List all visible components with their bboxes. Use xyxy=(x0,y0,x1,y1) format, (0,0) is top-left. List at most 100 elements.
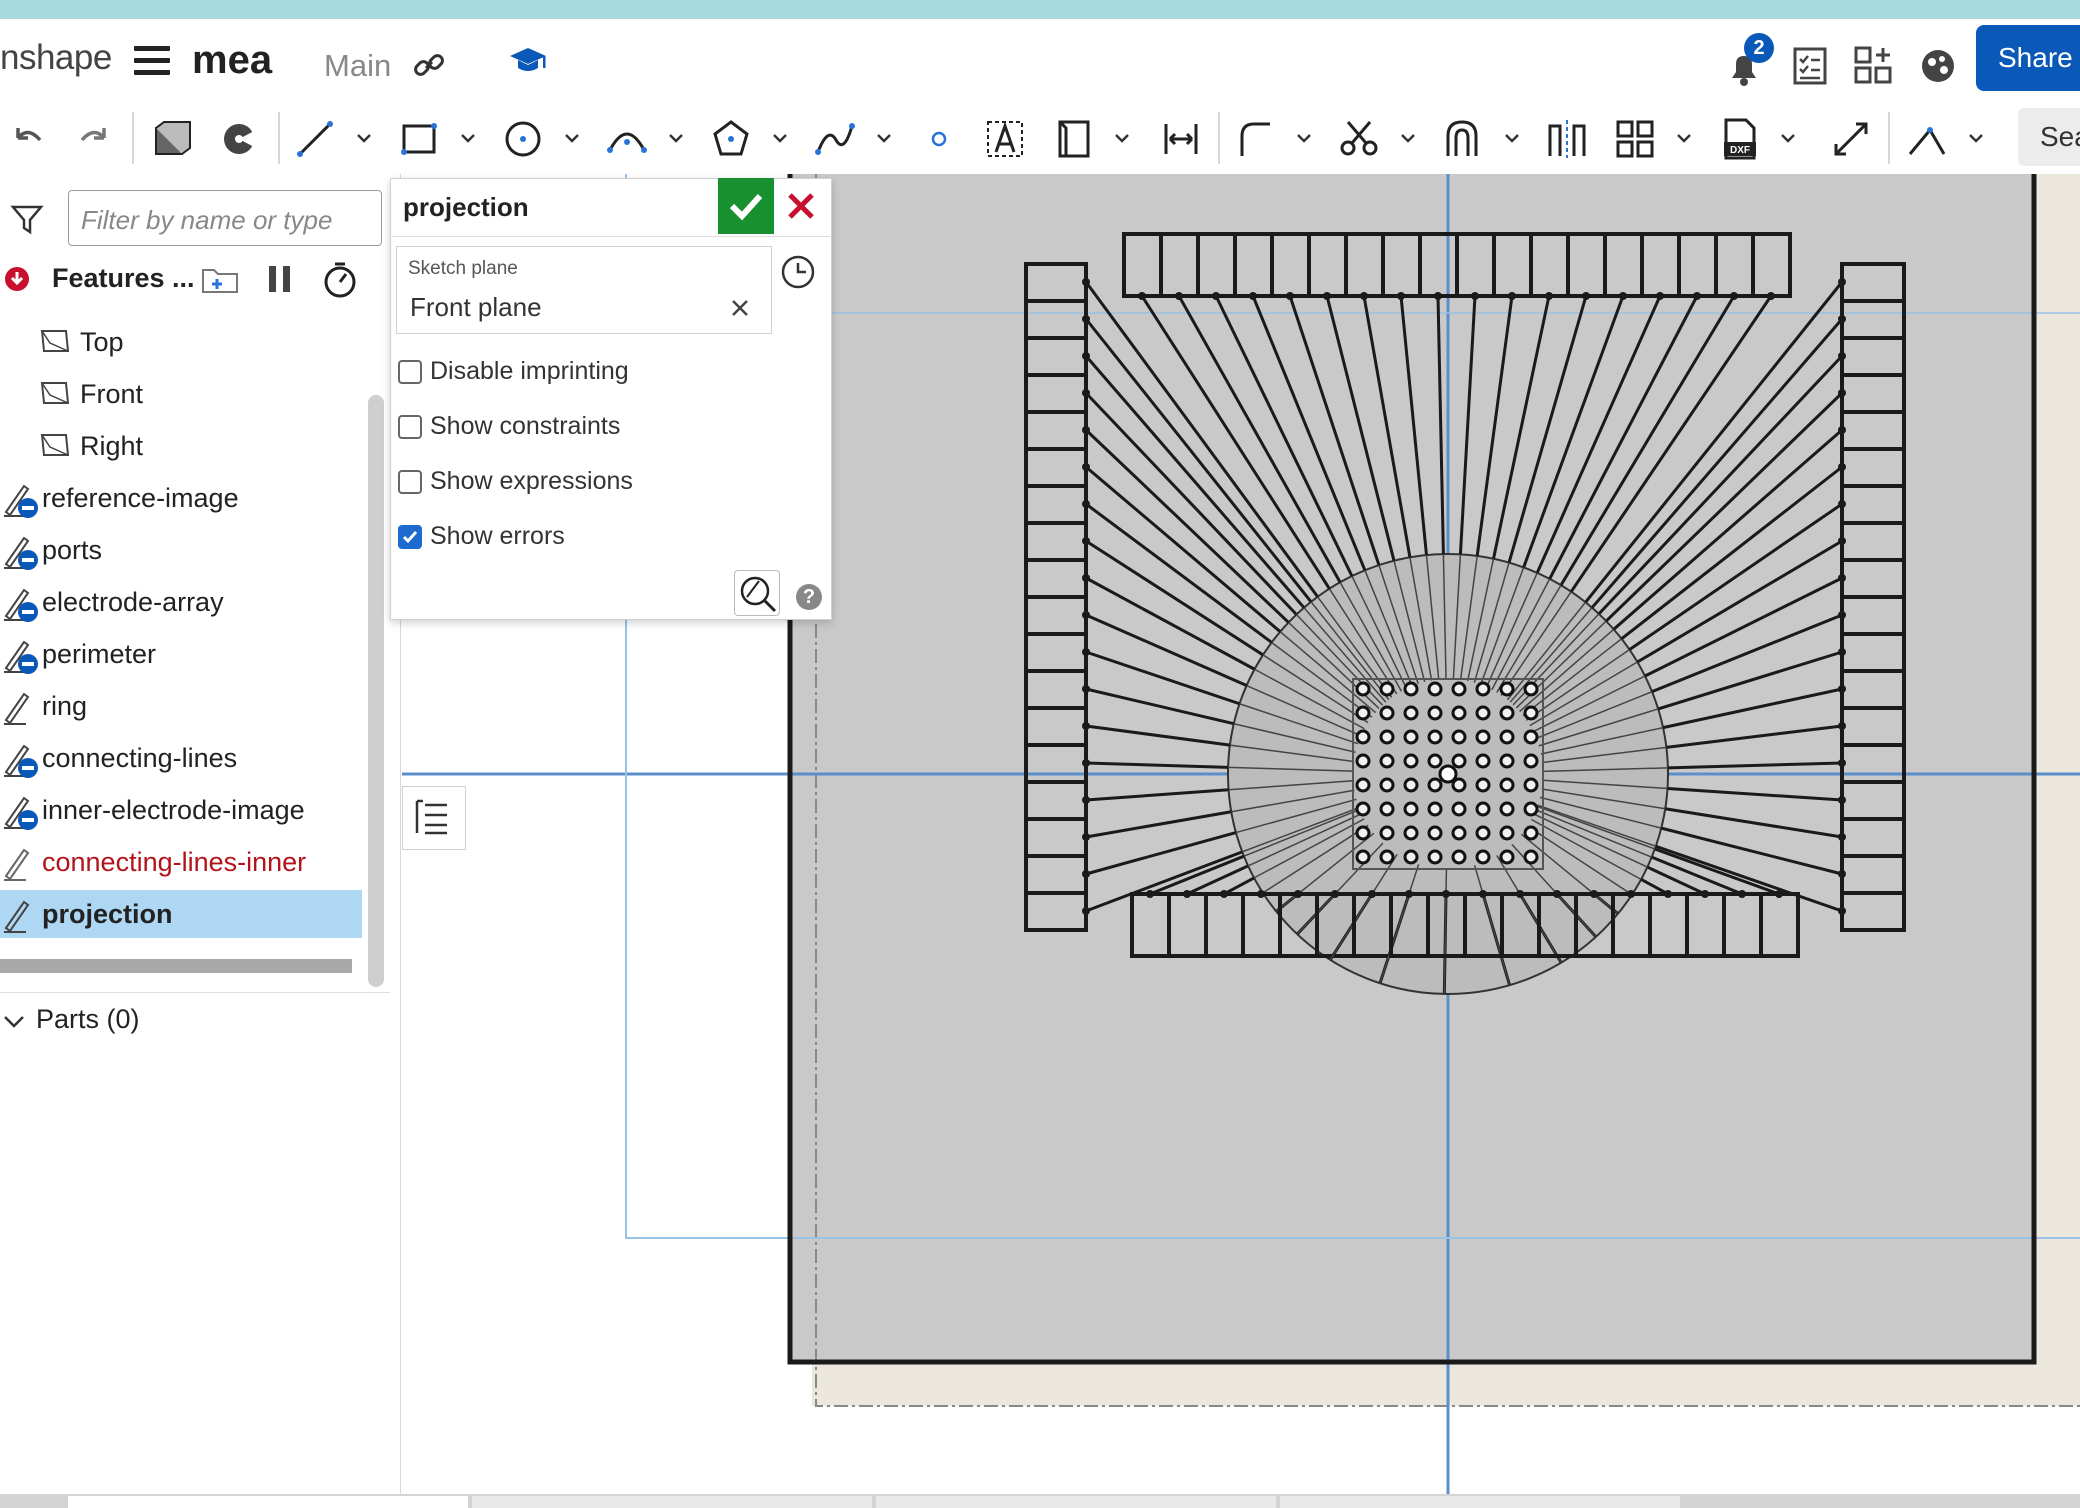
chevron-down-icon[interactable] xyxy=(1400,130,1416,146)
tree-item-connecting-lines[interactable]: connecting-lines xyxy=(0,734,362,782)
dxf-import-icon[interactable]: DXF xyxy=(1716,116,1762,162)
arc-tool-icon[interactable] xyxy=(604,116,650,162)
plane-icon xyxy=(40,330,70,352)
show-errors-label: Show errors xyxy=(430,522,565,550)
tab-2[interactable] xyxy=(472,1496,872,1508)
tree-item-right-plane[interactable]: Right xyxy=(0,422,362,470)
tree-item-connecting-lines-inner[interactable]: connecting-lines-inner xyxy=(0,838,362,886)
tab-4[interactable] xyxy=(1280,1496,1680,1508)
share-button[interactable]: Share xyxy=(1976,25,2080,91)
branch-name[interactable]: Main xyxy=(324,48,391,84)
chevron-down-icon[interactable] xyxy=(772,130,788,146)
sketch-suppressed-icon xyxy=(4,484,38,518)
transform-tool-icon[interactable] xyxy=(1828,116,1874,162)
rectangle-tool-icon[interactable] xyxy=(396,116,442,162)
show-constraints-label: Show constraints xyxy=(430,412,621,440)
line-tool-icon[interactable] xyxy=(292,116,338,162)
polygon-tool-icon[interactable] xyxy=(708,116,754,162)
point-tool-icon[interactable] xyxy=(916,116,962,162)
disable-imprinting-label: Disable imprinting xyxy=(430,357,629,385)
chevron-down-icon[interactable] xyxy=(564,130,580,146)
tree-item-top-plane[interactable]: Top xyxy=(0,318,362,366)
disable-imprinting-checkbox[interactable] xyxy=(398,360,422,384)
add-folder-icon[interactable] xyxy=(200,262,240,296)
tree-item-label: connecting-lines xyxy=(42,743,238,773)
chevron-down-icon[interactable] xyxy=(460,130,476,146)
pattern-tool-icon[interactable] xyxy=(1612,116,1658,162)
pause-icon[interactable] xyxy=(266,264,294,294)
view-cube-icon[interactable] xyxy=(148,116,194,162)
chevron-down-icon[interactable] xyxy=(356,130,372,146)
tree-item-reference-image[interactable]: reference-image xyxy=(0,474,362,522)
show-expressions-checkbox[interactable] xyxy=(398,470,422,494)
show-expressions-label: Show expressions xyxy=(430,467,633,495)
tree-item-perimeter[interactable]: perimeter xyxy=(0,630,362,678)
chevron-down-icon[interactable] xyxy=(1114,130,1130,146)
circle-tool-icon[interactable] xyxy=(500,116,546,162)
tree-item-ports[interactable]: ports xyxy=(0,526,362,574)
spline-tool-icon[interactable] xyxy=(812,116,858,162)
construction-tool-icon[interactable] xyxy=(1904,116,1950,162)
rollback-icon[interactable] xyxy=(4,266,30,292)
show-constraints-checkbox[interactable] xyxy=(398,415,422,439)
chevron-down-icon[interactable] xyxy=(1296,130,1312,146)
close-icon xyxy=(788,193,814,219)
filter-icon[interactable] xyxy=(10,202,44,236)
user-avatar-icon[interactable] xyxy=(1916,44,1960,88)
chevron-down-icon[interactable] xyxy=(2,1010,26,1034)
timer-icon[interactable] xyxy=(320,260,360,300)
fillet-tool-icon[interactable] xyxy=(1232,116,1278,162)
sketch-name-field[interactable]: projection xyxy=(403,192,529,223)
tree-item-inner-electrode-image[interactable]: inner-electrode-image xyxy=(0,786,362,834)
search-tools-button[interactable]: Sea xyxy=(2018,108,2080,166)
tree-item-label: Top xyxy=(80,327,124,357)
sketch-suppressed-icon xyxy=(4,588,38,622)
chevron-down-icon[interactable] xyxy=(1968,130,1984,146)
chevron-down-icon[interactable] xyxy=(1676,130,1692,146)
history-icon[interactable] xyxy=(780,254,816,290)
tree-item-label: perimeter xyxy=(42,639,157,669)
tree-item-label: connecting-lines-inner xyxy=(42,847,307,877)
rollback-bar[interactable] xyxy=(0,959,352,973)
chevron-down-icon[interactable] xyxy=(876,130,892,146)
tree-item-label: inner-electrode-image xyxy=(42,795,305,825)
document-name[interactable]: mea xyxy=(192,38,272,83)
chevron-down-icon[interactable] xyxy=(1780,130,1796,146)
display-mode-icon[interactable] xyxy=(216,116,262,162)
feature-filter-input[interactable]: Filter by name or type xyxy=(68,190,382,246)
use-tool-icon[interactable] xyxy=(1050,116,1096,162)
clear-icon[interactable] xyxy=(730,298,750,318)
tree-item-projection[interactable]: projection xyxy=(0,890,362,938)
cancel-button[interactable] xyxy=(783,188,819,224)
trim-tool-icon[interactable] xyxy=(1336,116,1382,162)
text-tool-icon[interactable] xyxy=(982,116,1028,162)
feature-list-scrollbar[interactable] xyxy=(368,395,384,987)
tab-part-studio[interactable] xyxy=(68,1496,468,1508)
app-store-icon[interactable] xyxy=(1852,42,1894,88)
tab-3[interactable] xyxy=(876,1496,1276,1508)
tree-item-electrode-array[interactable]: electrode-array xyxy=(0,578,362,626)
parts-section-label[interactable]: Parts (0) xyxy=(36,1004,140,1035)
menu-icon[interactable] xyxy=(134,46,170,76)
tree-item-front-plane[interactable]: Front xyxy=(0,370,362,418)
redo-icon[interactable] xyxy=(70,116,116,162)
sketch-plane-label: Sketch plane xyxy=(408,258,518,279)
undo-icon[interactable] xyxy=(6,116,52,162)
tree-item-label: ports xyxy=(42,535,103,565)
feature-list-toggle[interactable] xyxy=(402,786,466,850)
help-icon[interactable]: ? xyxy=(796,584,822,610)
accept-button[interactable] xyxy=(718,178,774,234)
sketch-inspect-button[interactable] xyxy=(734,570,780,616)
link-icon[interactable] xyxy=(412,48,446,82)
tasks-icon[interactable] xyxy=(1790,44,1830,88)
show-errors-checkbox[interactable] xyxy=(398,525,422,549)
features-header[interactable]: Features ... xyxy=(52,263,195,294)
mirror-tool-icon[interactable] xyxy=(1544,116,1590,162)
brand-logo[interactable]: nshape xyxy=(0,38,112,78)
tree-item-ring[interactable]: ring xyxy=(0,682,362,730)
chevron-down-icon[interactable] xyxy=(668,130,684,146)
offset-tool-icon[interactable] xyxy=(1440,116,1486,162)
chevron-down-icon[interactable] xyxy=(1504,130,1520,146)
learning-center-icon[interactable] xyxy=(508,44,548,78)
dimension-tool-icon[interactable] xyxy=(1158,116,1204,162)
